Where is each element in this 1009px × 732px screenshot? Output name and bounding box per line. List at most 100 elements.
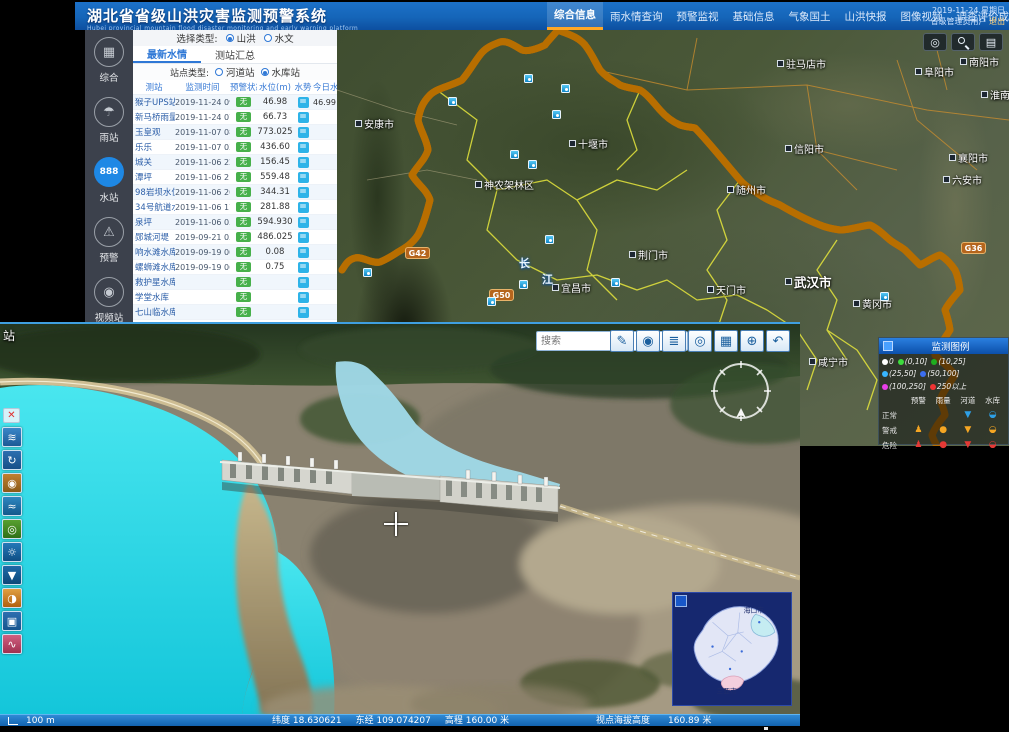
splash-button[interactable]: ☼ <box>2 542 22 562</box>
table-row[interactable]: 泉坪2019-11-06 05无594.930= <box>133 215 337 230</box>
rain-dot-icon <box>920 371 926 377</box>
tab-station-summary[interactable]: 测站汇总 <box>201 46 269 63</box>
river-label-yangtze-1: 长 <box>519 255 530 271</box>
monitor-time: 2019-09-19 06 <box>175 263 230 272</box>
warning-status-cell: 无 <box>230 277 257 287</box>
table-row[interactable]: 98岩坝水位..2019-11-06 20无344.31= <box>133 185 337 200</box>
logout-link[interactable]: 退出 <box>989 17 1005 26</box>
flood-wave-icon: ≈ <box>7 500 16 513</box>
table-row[interactable]: 救护星水库无= <box>133 275 337 290</box>
locate-button[interactable]: ◎ <box>923 33 947 51</box>
rain-level-item: (25,50] <box>882 369 916 378</box>
nav-tab-flood-bulletin[interactable]: 山洪快报 <box>838 2 894 30</box>
eye-button[interactable]: ◎ <box>688 330 712 352</box>
station-marker[interactable] <box>552 110 561 119</box>
overview-inset-map[interactable]: 海口市 三亚市 <box>672 592 792 706</box>
legend-title-bar[interactable]: 监测图例 <box>879 338 1008 354</box>
station-marker[interactable] <box>524 74 533 83</box>
city-marker-icon <box>785 145 792 152</box>
flood-wave-button[interactable]: ≈ <box>2 496 22 516</box>
layers-button[interactable]: ▤ <box>979 33 1003 51</box>
station-marker[interactable] <box>363 268 372 277</box>
table-row[interactable]: 城关2019-11-06 22无156.45= <box>133 155 337 170</box>
sidebar-item-rain-station[interactable]: ☂ 雨站 <box>85 90 133 150</box>
webcam-button[interactable]: ◉ <box>636 330 660 352</box>
station-marker[interactable] <box>880 292 889 301</box>
sidebar-item-comprehensive[interactable]: ▦ 综合 <box>85 30 133 90</box>
warning-status-cell: 无 <box>230 157 257 167</box>
table-row[interactable]: 响水滩水库(..2019-09-19 00无0.08= <box>133 245 337 260</box>
station-marker[interactable] <box>528 160 537 169</box>
tab-latest-water[interactable]: 最新水情 <box>133 46 201 63</box>
draw-chart-button[interactable]: ✎ <box>610 330 634 352</box>
compass-ring[interactable] <box>706 356 776 426</box>
table-row[interactable]: 郧城河堤2019-09-21 05无486.025= <box>133 230 337 245</box>
nav-tab-basic-info[interactable]: 基础信息 <box>726 2 782 30</box>
warning-status-cell: 无 <box>230 232 257 242</box>
station-marker[interactable] <box>448 97 457 106</box>
table-row[interactable]: 乐乐2019-11-07 03无436.60= <box>133 140 337 155</box>
water-level: 156.45 <box>257 157 293 167</box>
trend-cell: = <box>293 172 313 183</box>
table-row[interactable]: 新马桥雨量..2019-11-24 07无66.73= <box>133 110 337 125</box>
frame-select-button[interactable]: ▣ <box>2 611 22 631</box>
inset-toggle-button[interactable] <box>675 595 687 607</box>
nav-tab-rain-water-query[interactable]: 雨水情查询 <box>603 2 670 30</box>
nav-tab-warning-monitor[interactable]: 预警监视 <box>670 2 726 30</box>
sediment-button[interactable]: ◑ <box>2 588 22 608</box>
sidebar-item-water-station[interactable]: 888 水站 <box>85 150 133 210</box>
list-button[interactable]: ≣ <box>662 330 686 352</box>
station-marker[interactable] <box>545 235 554 244</box>
splash-icon: ☼ <box>7 546 17 559</box>
rain-analysis-button[interactable]: ≋ <box>2 427 22 447</box>
trend-cell: = <box>293 307 313 318</box>
table-row[interactable]: 猴子UPS站2019-11-24 09无46.98=46.99 <box>133 95 337 110</box>
radio-river-station[interactable]: 河道站 <box>215 65 255 79</box>
water-level-button[interactable]: ▼ <box>2 565 22 585</box>
alt-label: 高程 <box>445 716 463 726</box>
station-data-panel: 选择类型: 山洪 水文 最新水情 测站汇总 站点类型: 河道站 水库站 测站 监… <box>133 30 337 322</box>
status-badge: 无 <box>236 247 251 257</box>
sidebar-item-warning[interactable]: ⚠ 预警 <box>85 210 133 270</box>
monitor-ring-button[interactable]: ◎ <box>2 519 22 539</box>
city-label-ankang: 安康市 <box>355 116 394 131</box>
sidebar-item-video-station[interactable]: ◉ 视频站 <box>85 270 133 330</box>
nav-tab-comprehensive[interactable]: 综合信息 <box>547 2 603 30</box>
rotate-view-button[interactable]: ↻ <box>2 450 22 470</box>
table-row[interactable]: 玉皇观2019-11-07 08无773.025= <box>133 125 337 140</box>
table-row[interactable]: 潭坪2019-11-06 21无559.48= <box>133 170 337 185</box>
radio-hydrology[interactable]: 水文 <box>264 31 294 45</box>
radio-mountain-flood[interactable]: 山洪 <box>226 31 256 45</box>
station-marker[interactable] <box>611 278 620 287</box>
search-button[interactable] <box>951 33 975 51</box>
globe-button[interactable]: ⊕ <box>740 330 764 352</box>
danger-river-icon: ▼ <box>956 441 981 450</box>
nav-tab-weather-land[interactable]: 气象国土 <box>782 2 838 30</box>
station-name: 城关 <box>133 156 175 168</box>
steady-trend-icon: = <box>298 277 309 288</box>
status-badge: 无 <box>236 307 251 317</box>
steady-trend-icon: = <box>298 172 309 183</box>
station-name: 学堂水库 <box>133 291 175 303</box>
undo-button[interactable]: ↶ <box>766 330 790 352</box>
radio-reservoir-station[interactable]: 水库站 <box>261 65 301 79</box>
close-button[interactable]: ✕ <box>3 408 20 423</box>
water-level: 0.75 <box>257 262 293 272</box>
warning-status-cell: 无 <box>230 217 257 227</box>
station-marker[interactable] <box>519 280 528 289</box>
analysis-toolbar: ✕ ≋ ↻ ◉ ≈ ◎ ☼ ▼ ◑ ▣ ∿ <box>2 408 23 657</box>
table-row[interactable]: 七山临水库无= <box>133 305 337 320</box>
station-marker[interactable] <box>487 297 496 306</box>
city-label-zhumadian: 驻马店市 <box>777 56 826 71</box>
image-chart-button[interactable]: ▦ <box>714 330 738 352</box>
table-row[interactable]: 学堂水库无= <box>133 290 337 305</box>
trend-cell: = <box>293 292 313 303</box>
table-row[interactable]: 螺蛳滩水库(..2019-09-19 06无0.75= <box>133 260 337 275</box>
table-row[interactable]: 34号航道水..2019-11-06 17无281.88= <box>133 200 337 215</box>
landslide-button[interactable]: ◉ <box>2 473 22 493</box>
station-marker[interactable] <box>561 84 570 93</box>
terrain-3d-scene[interactable]: 站 ✎ ◉ ≣ ◎ ▦ ⊕ ↶ <box>0 324 800 714</box>
station-marker[interactable] <box>510 150 519 159</box>
section-profile-button[interactable]: ∿ <box>2 634 22 654</box>
frame-select-icon: ▣ <box>7 615 17 628</box>
